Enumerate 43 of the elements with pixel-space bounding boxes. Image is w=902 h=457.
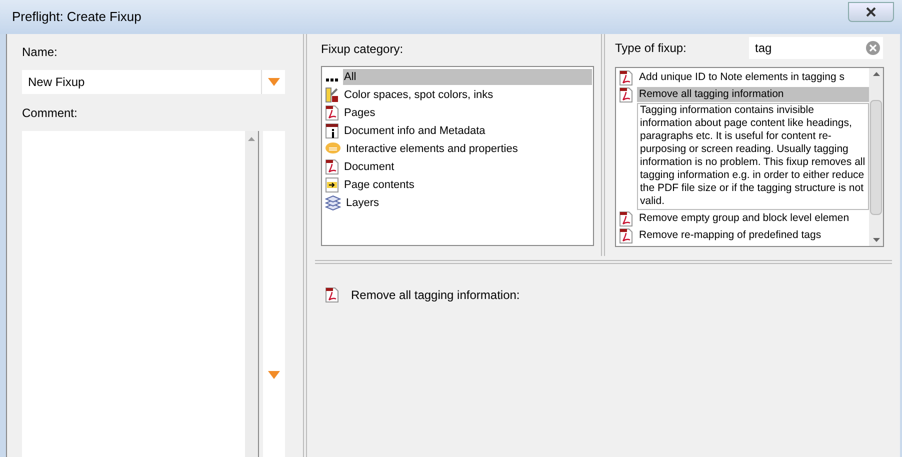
category-item[interactable]: Document info and Metadata [323, 122, 592, 140]
ellipsis-icon [325, 78, 339, 82]
pdf-file-icon [325, 159, 339, 175]
layers-icon [325, 195, 341, 211]
close-button[interactable] [848, 2, 894, 22]
pdf-file-icon [619, 70, 633, 86]
field-label: Name: [22, 44, 58, 61]
fixup-item[interactable]: Remove re-mapping of predefined tags [616, 227, 869, 244]
category-item[interactable]: Color spaces, spot colors, inks [323, 86, 592, 104]
category-item[interactable]: Interactive elements and properties [323, 140, 592, 158]
caret-icon[interactable] [268, 78, 280, 86]
scroll-up-icon[interactable] [872, 72, 880, 76]
category-item[interactable]: Layers [323, 194, 592, 212]
info-document-icon [325, 123, 339, 139]
pdf-file-icon [619, 210, 633, 226]
scrollbar[interactable] [245, 131, 259, 457]
field-label: Comment: [22, 105, 78, 122]
caret-icon[interactable] [268, 371, 280, 379]
color-swatch-icon [325, 87, 339, 103]
clear-icon[interactable] [866, 41, 880, 55]
pdf-file-icon [619, 228, 633, 244]
section-label: Type of fixup: [615, 40, 688, 57]
scroll-down-icon[interactable] [872, 238, 880, 242]
pdf-file-icon [619, 86, 633, 102]
section-label: Fixup category: [321, 41, 404, 58]
details-title: Remove all tagging information: [351, 287, 520, 304]
scroll-thumb[interactable] [870, 100, 882, 214]
speech-bubble-icon [325, 142, 341, 156]
name-field[interactable]: New Fixup [22, 70, 285, 94]
window-title: Preflight: Create Fixup [12, 8, 142, 26]
search-field[interactable]: tag [749, 37, 883, 59]
comment-field[interactable] [22, 131, 259, 457]
category-item[interactable]: Pages [323, 104, 592, 122]
fixup-item[interactable]: Remove empty group and block level elemen [616, 210, 869, 227]
close-icon [866, 7, 876, 17]
pdf-file-icon [325, 105, 339, 121]
pdf-file-icon [325, 287, 339, 303]
fixup-item[interactable]: Add unique ID to Note elements in tagging s [616, 69, 869, 86]
category-item[interactable]: Page contents [323, 176, 592, 194]
fixup-description: Tagging information contains invisible information about page content like headings, paragraphs etc. It is useful for content re-purposing or screen reading. Usually tagging information is no problem. This fixup removes all tagging information e.g. in order to either reduce the PDF file size or if the tagging structure is not valid. [637, 103, 869, 210]
scroll-up-icon[interactable] [248, 137, 255, 141]
scrollbar[interactable] [869, 68, 883, 246]
category-item[interactable]: Document [323, 158, 592, 176]
